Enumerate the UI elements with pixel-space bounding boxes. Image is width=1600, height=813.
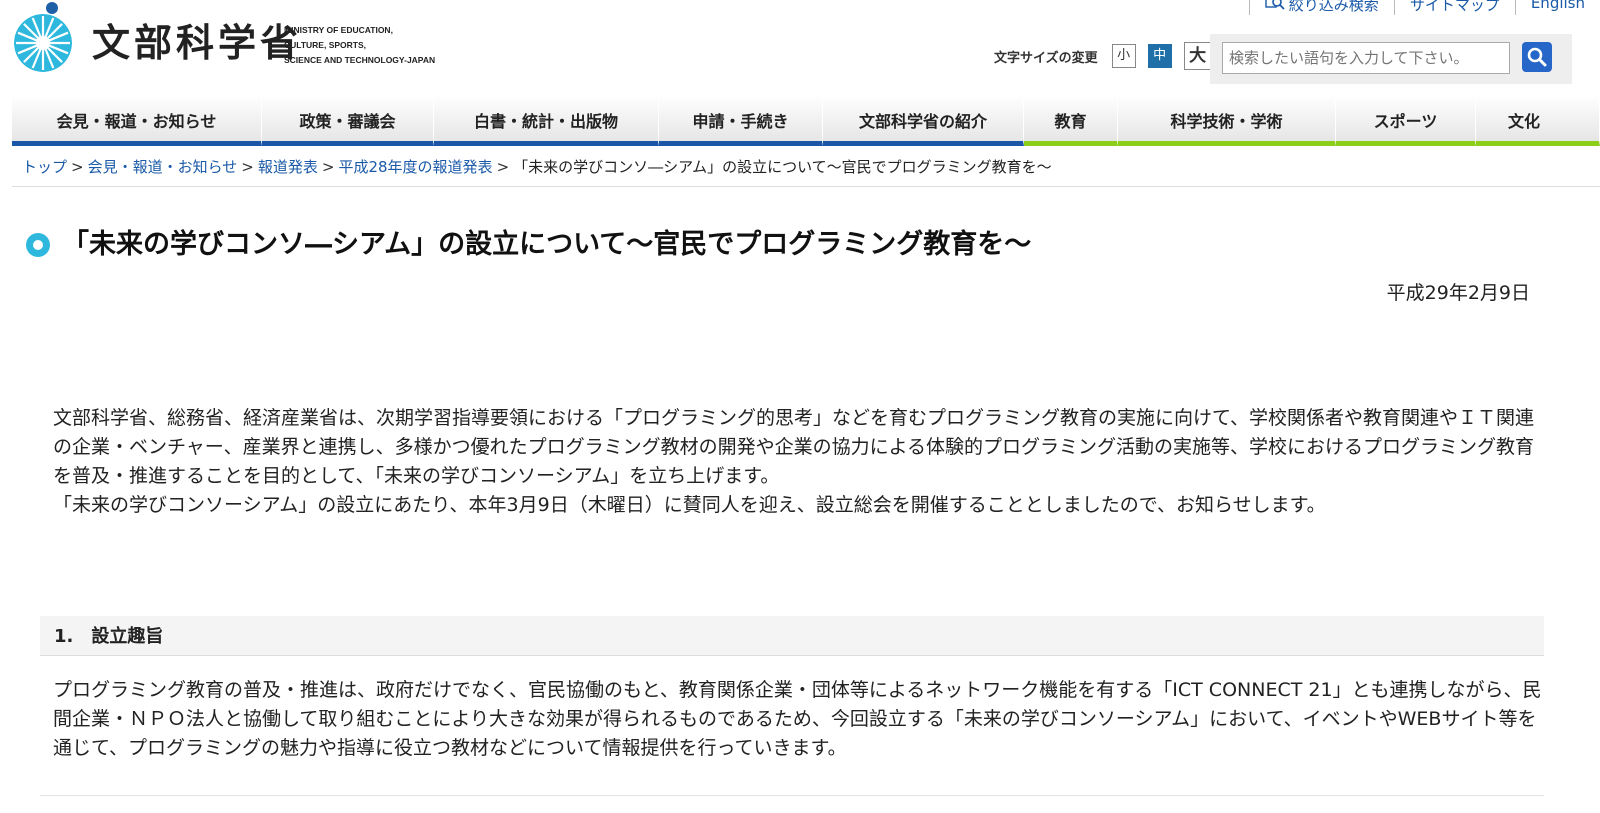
page-title: 「未来の学びコンソ―シアム」の設立について〜官民でプログラミング教育を〜 [62, 229, 1032, 260]
nav-item-press[interactable]: 会見・報道・お知らせ [12, 98, 262, 146]
section-body: プログラミング教育の普及・推進は、政府だけでなく、官民協働のもと、教育関係企業・… [53, 679, 1542, 759]
global-nav: 会見・報道・お知らせ 政策・審議会 白書・統計・出版物 申請・手続き 文部科学省… [12, 98, 1600, 146]
section-divider [40, 795, 1544, 796]
font-size-medium-button[interactable]: 中 [1147, 44, 1172, 68]
publish-date: 平成29年2月9日 [1386, 282, 1530, 304]
breadcrumb-separator: > [71, 158, 84, 176]
font-size-switcher: 文字サイズの変更 小 中 大 [994, 42, 1224, 70]
nav-item-science[interactable]: 科学技術・学術 [1118, 98, 1336, 146]
refine-search-link[interactable]: 絞り込み検索 [1248, 0, 1394, 15]
nav-item-sports[interactable]: スポーツ [1336, 98, 1476, 146]
intro-text: 文部科学省、総務省、経済産業省は、次期学習指導要領における「プログラミング的思考… [53, 404, 1553, 520]
breadcrumb-current: 「未来の学びコンソ―シアム」の設立について〜官民でプログラミング教育を〜 [513, 158, 1052, 176]
font-size-label: 文字サイズの変更 [994, 50, 1098, 66]
logo-text-jp: 文部科学省 [92, 21, 303, 65]
utility-links: 絞り込み検索 サイトマップ English [1248, 0, 1600, 15]
english-link[interactable]: English [1514, 0, 1600, 15]
breadcrumb-separator: > [241, 158, 254, 176]
site-search [1210, 34, 1572, 84]
nav-item-education[interactable]: 教育 [1024, 98, 1118, 146]
nav-item-applications[interactable]: 申請・手続き [659, 98, 823, 146]
breadcrumb-divider [12, 186, 1600, 187]
intro-paragraph: 「未来の学びコンソーシアム」の設立にあたり、本年3月9日（木曜日）に賛同人を迎え… [53, 494, 1326, 516]
nav-item-culture[interactable]: 文化 [1476, 98, 1600, 146]
breadcrumb-link-h28[interactable]: 平成28年度の報道発表 [338, 158, 492, 176]
font-size-small-button[interactable]: 小 [1111, 44, 1136, 68]
font-size-large-button[interactable]: 大 [1183, 42, 1212, 70]
search-button[interactable] [1522, 42, 1552, 72]
title-bullet-icon [26, 233, 50, 257]
breadcrumb-separator: > [496, 158, 510, 176]
nav-item-publications[interactable]: 白書・統計・出版物 [434, 98, 659, 146]
breadcrumb-separator: > [321, 158, 335, 176]
nav-item-policy[interactable]: 政策・審議会 [262, 98, 434, 146]
nav-item-about[interactable]: 文部科学省の紹介 [823, 98, 1024, 146]
mext-logo-icon [12, 0, 74, 74]
search-input[interactable] [1222, 42, 1510, 74]
logo-text-en: MINISTRY OF EDUCATION, CULTURE, SPORTS, … [284, 25, 436, 65]
search-filter-icon [1265, 0, 1285, 10]
site-logo[interactable]: 文部科学省 MINISTRY OF EDUCATION, CULTURE, SP… [12, 0, 435, 74]
sitemap-link[interactable]: サイトマップ [1393, 0, 1515, 15]
breadcrumb: トップ > 会見・報道・お知らせ > 報道発表 > 平成28年度の報道発表 > 「未来の学びコン… [22, 156, 1052, 177]
search-icon [1527, 47, 1547, 67]
section-heading: 1. 設立趣旨 [40, 616, 1544, 656]
breadcrumb-link-announcements[interactable]: 報道発表 [258, 158, 318, 176]
intro-paragraph: 文部科学省、総務省、経済産業省は、次期学習指導要領における「プログラミング的思考… [53, 407, 1535, 487]
breadcrumb-link-top[interactable]: トップ [22, 158, 67, 176]
breadcrumb-link-press[interactable]: 会見・報道・お知らせ [88, 158, 238, 176]
